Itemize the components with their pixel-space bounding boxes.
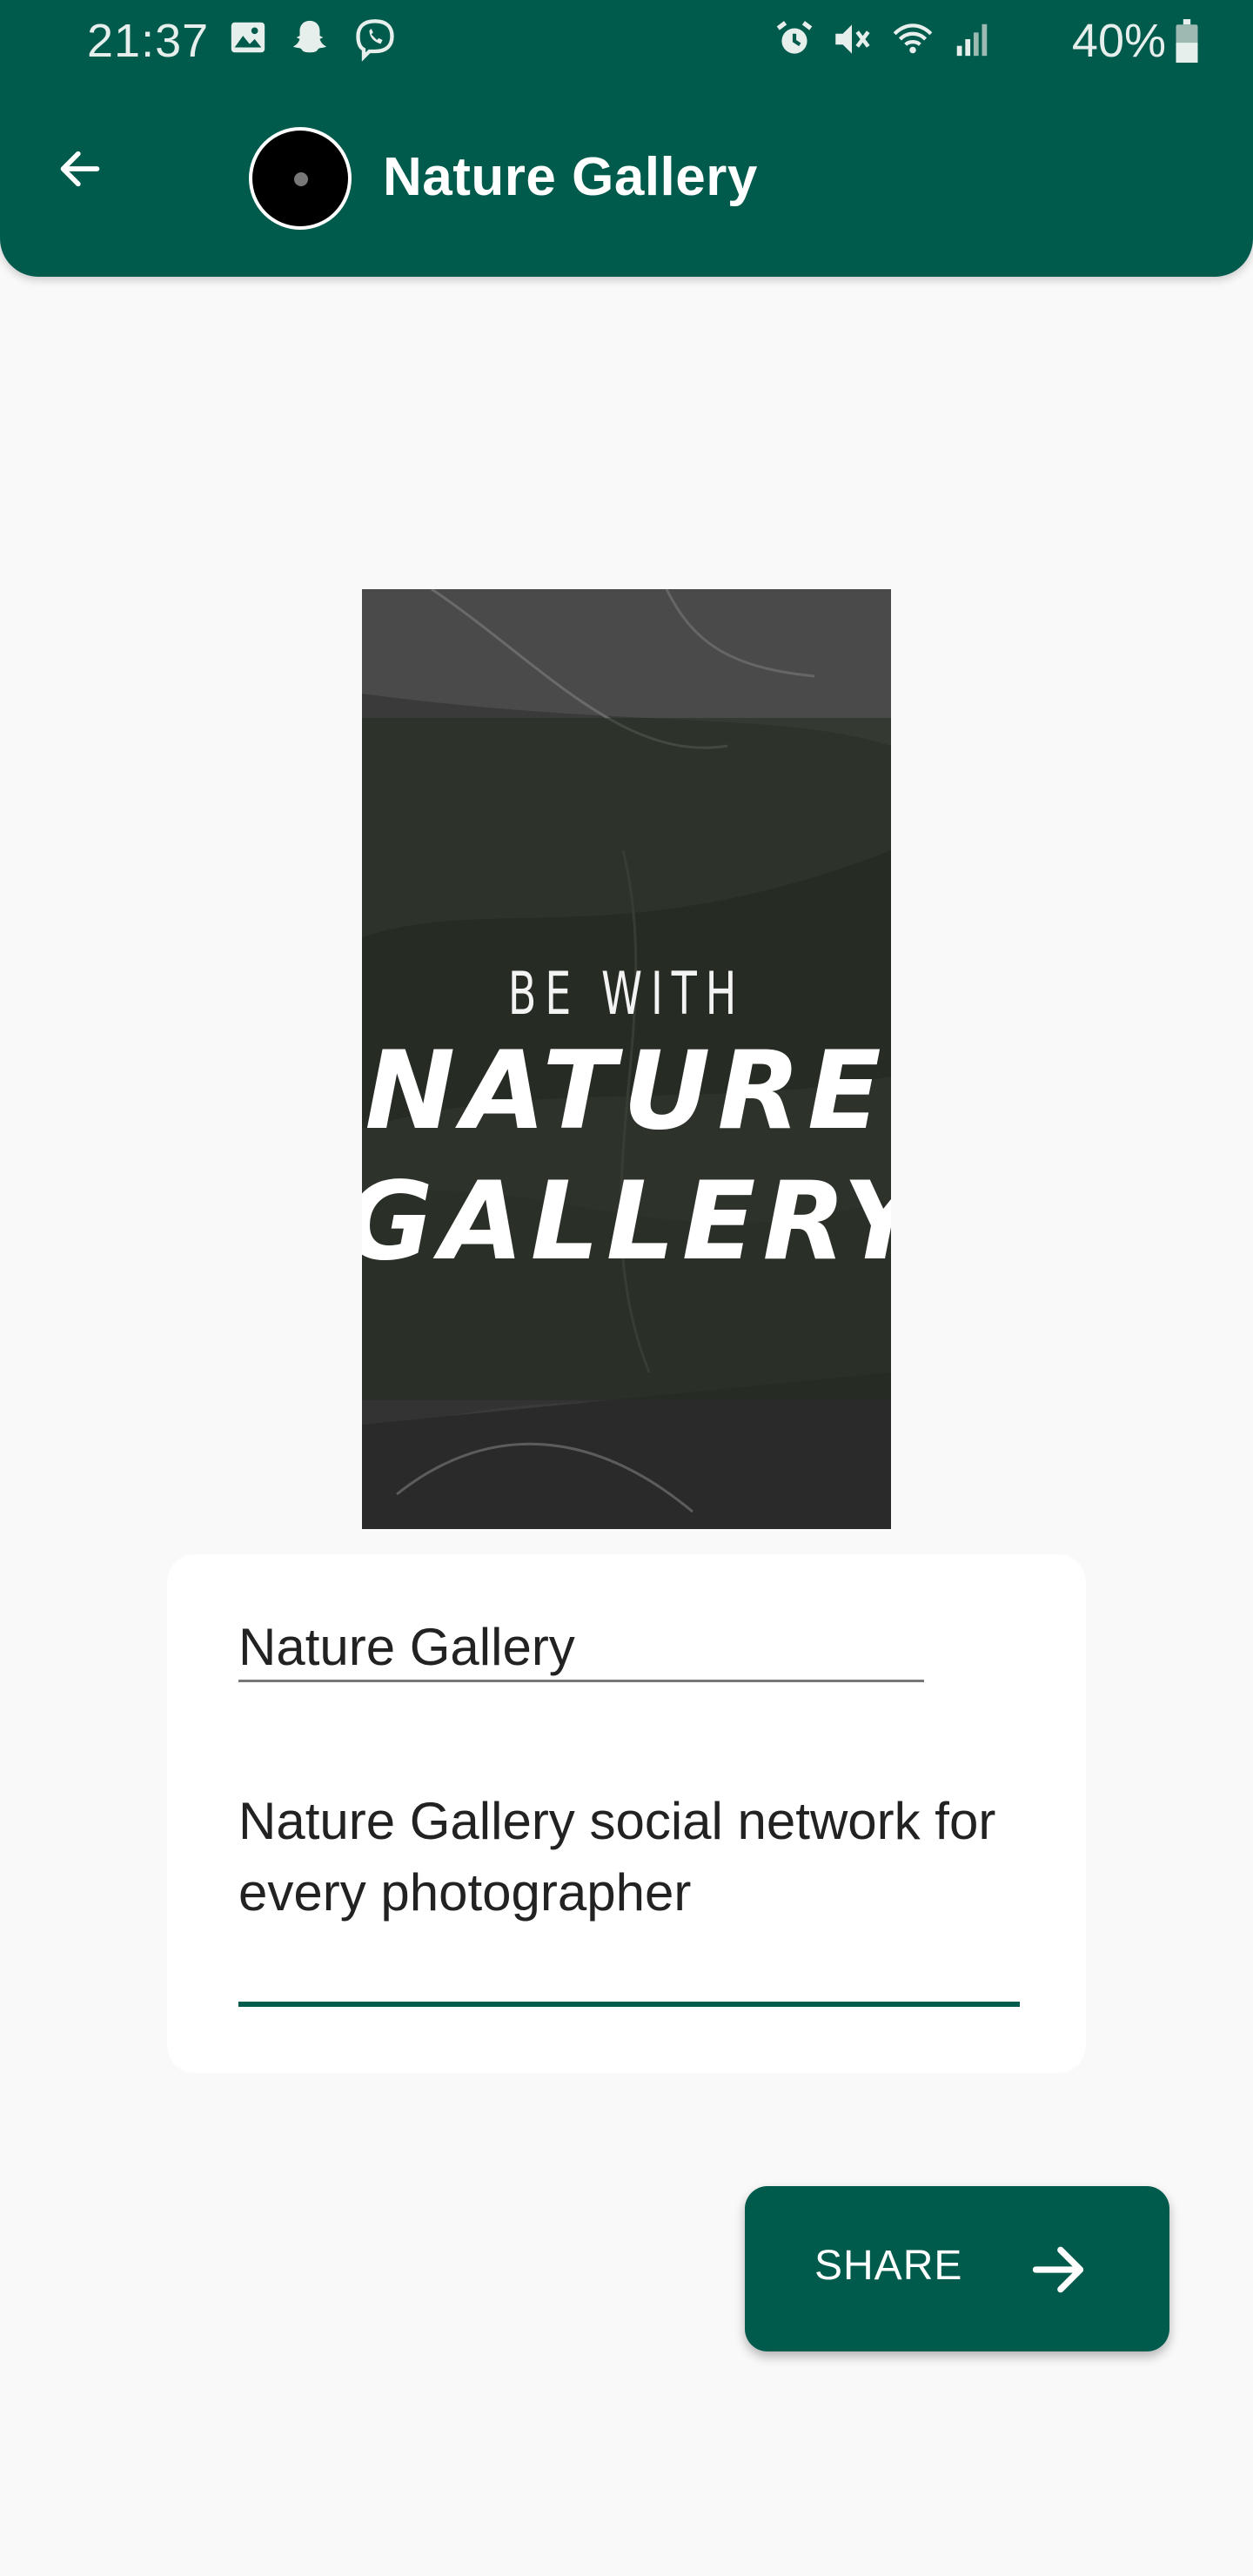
battery-icon [1176,19,1198,63]
gallery-icon [231,22,265,53]
poster-text-line3: GALLERY [362,1159,891,1285]
status-notification-icons [228,17,399,63]
avatar[interactable] [249,127,352,230]
mute-icon [835,24,870,54]
viber-icon [356,19,394,62]
wifi-icon [893,23,933,54]
share-button-label: SHARE [814,2243,963,2289]
avatar-dot [294,172,308,186]
poster-text-line2: NATURE [365,1029,888,1154]
cover-image[interactable]: BE WITH NATURE GALLERY [362,589,891,1529]
app-bar: 21:37 40% Nature Gallery [0,0,1253,277]
battery-percent: 40% [1071,15,1166,67]
share-button[interactable]: SHARE [745,2186,1169,2351]
alarm-icon [776,21,813,54]
status-bar: 21:37 40% [0,0,1253,82]
page-title: Nature Gallery [383,147,758,207]
poster-text-line1: BE WITH [507,960,746,1029]
signal-icon [956,23,988,57]
status-time: 21:37 [87,15,210,67]
arrow-right-icon [1032,2246,1084,2293]
back-arrow-icon[interactable] [57,146,103,191]
name-field[interactable]: Nature Gallery [238,1617,924,1682]
description-field[interactable]: Nature Gallery social network for every … [238,1786,1020,2007]
details-card: Nature Gallery Nature Gallery social net… [167,1554,1086,2073]
snapchat-icon [292,20,327,53]
status-system-icons [773,17,992,61]
